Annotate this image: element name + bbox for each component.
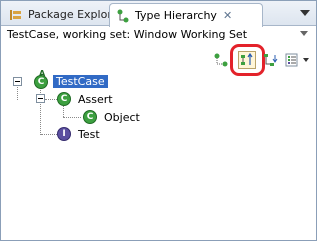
tree-connector [17, 85, 18, 100]
history-list-button[interactable] [282, 50, 302, 70]
hierarchy-status-label: TestCase, working set: Window Working Se… [7, 28, 248, 41]
tab-label: Type Hierarchy [135, 9, 217, 22]
view-tab-strip: Package Explorer Type Hierarchy ✕ [1, 1, 316, 27]
tree-item-label: Assert [78, 92, 113, 106]
tree-item-label: Object [104, 110, 140, 124]
history-dropdown-chevron-icon[interactable] [303, 58, 309, 62]
interface-icon: I [57, 127, 71, 141]
type-hierarchy-view: Package Explorer Type Hierarchy ✕ TestCa… [0, 0, 317, 241]
tree-connector [63, 117, 81, 118]
type-hierarchy-icon [214, 53, 228, 67]
collapse-toggle[interactable] [13, 77, 22, 86]
class-icon: C [57, 92, 71, 106]
tree-connector [45, 99, 57, 100]
close-icon[interactable]: ✕ [223, 9, 232, 22]
tree-connector [40, 85, 41, 135]
minimize-maximize-chevron-icon[interactable] [300, 10, 310, 16]
tree-item-assert[interactable]: C Assert [57, 90, 116, 108]
class-icon: C [83, 110, 97, 124]
show-type-hierarchy-button[interactable] [211, 50, 231, 70]
subtype-hierarchy-icon [264, 54, 278, 66]
tree-item-testcase[interactable]: C A TestCase [31, 69, 108, 90]
tree-item-object[interactable]: C Object [83, 108, 143, 126]
show-subtype-hierarchy-button[interactable] [260, 50, 280, 70]
tree-connector [41, 134, 57, 135]
collapse-toggle[interactable] [36, 94, 45, 103]
tab-type-hierarchy[interactable]: Type Hierarchy ✕ [109, 3, 263, 27]
type-hierarchy-icon [116, 9, 130, 23]
tree-item-test[interactable]: I Test [57, 125, 103, 143]
abstract-class-icon: C A [31, 69, 53, 89]
tree-item-label: Test [78, 127, 100, 141]
tree-item-label: TestCase [53, 74, 108, 88]
view-menu-icon[interactable] [300, 31, 308, 36]
list-icon [285, 53, 298, 67]
package-explorer-icon [9, 8, 23, 22]
tab-package-explorer[interactable]: Package Explorer [3, 3, 123, 26]
